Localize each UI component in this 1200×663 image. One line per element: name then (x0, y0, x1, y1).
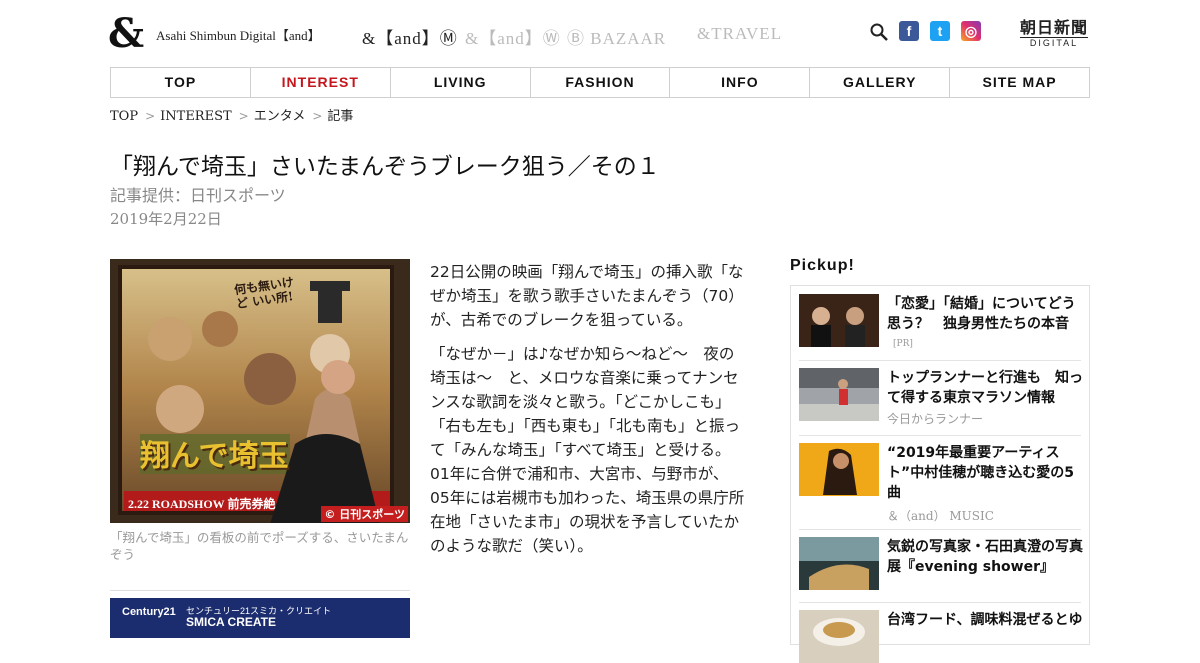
asahi-digital-logo[interactable]: 朝日新聞 DIGITAL (1020, 18, 1089, 49)
ad-logo: Century21 (122, 606, 176, 618)
site-logo[interactable]: & (108, 14, 144, 54)
subbrand-and-w[interactable]: &【and】Ⓦ (465, 24, 561, 49)
photo-caption: 「翔んで埼玉」の看板の前でポーズする、さいたまんぞう (110, 530, 409, 562)
nav-gallery[interactable]: GALLERY (810, 68, 951, 97)
facebook-icon[interactable]: f (899, 21, 919, 41)
breadcrumb-current: 記事 (327, 109, 354, 124)
nav-interest[interactable]: INTEREST (251, 68, 391, 97)
pickup-item[interactable]: 「恋愛」「結婚」についてどう思う？ 独身男性たちの本音 [PR] (799, 294, 1081, 361)
pickup-thumbnail (799, 443, 879, 496)
article-photo[interactable]: 何も無いけど いい所! 翔んで埼玉 2.22 ROADSHOW 前売券絶 © 日… (110, 259, 410, 523)
thumbnail-image (799, 368, 879, 421)
pickup-title[interactable]: 台湾フード、調味料混ぜるとゆ (887, 610, 1083, 630)
article-title: 「翔んで埼玉」さいたまんぞうブレーク狙う／その１ (110, 154, 660, 180)
pickup-title[interactable]: “2019年最重要アーティスト”中村佳穂が聴き込む愛の5曲 (887, 443, 1083, 503)
search-icon[interactable] (869, 22, 889, 42)
chevron-right-icon: > (312, 109, 323, 123)
nav-top[interactable]: TOP (111, 68, 251, 97)
brand-name[interactable]: Asahi Shimbun Digital【and】 (156, 25, 321, 44)
article-paragraph: 「なぜか－」は♪なぜか知ら～ねど～ 夜の埼玉は～ と、メロウな音楽に乗ってナンセ… (430, 345, 745, 555)
twitter-icon[interactable]: t (930, 21, 950, 41)
nav-fashion[interactable]: FASHION (531, 68, 671, 97)
nav-site-map[interactable]: SITE MAP (950, 68, 1089, 97)
pickup-heading: Pickup! (790, 257, 855, 274)
ad-line2: SMICA CREATE (186, 615, 276, 629)
pickup-thumbnail (799, 294, 879, 347)
photo-credit: © 日刊スポーツ (321, 506, 408, 522)
article-body: 22日公開の映画「翔んで埼玉」の挿入歌「なぜか埼玉」を歌う歌手さいたまんぞう（7… (430, 260, 746, 568)
article-paragraph: 22日公開の映画「翔んで埼玉」の挿入歌「なぜか埼玉」を歌う歌手さいたまんぞう（7… (430, 263, 744, 329)
asahi-logo-text: 朝日新聞 (1020, 18, 1089, 37)
advertisement-banner[interactable]: Century21 センチュリー21スミカ・クリエイト SMICA CREATE (110, 598, 410, 638)
pickup-title[interactable]: 「恋愛」「結婚」についてどう思う？ 独身男性たちの本音 (887, 294, 1083, 334)
pickup-title[interactable]: 気鋭の写真家・石田真澄の写真展『evening shower』 (887, 537, 1083, 577)
pickup-item[interactable]: 台湾フード、調味料混ぜるとゆ (799, 610, 1083, 663)
pickup-thumbnail (799, 610, 879, 663)
pickup-title[interactable]: トップランナーと行進も 知って得する東京マラソン情報 (887, 368, 1083, 408)
chevron-right-icon: > (238, 109, 249, 123)
nav-info[interactable]: INFO (670, 68, 811, 97)
subbrand-and-m[interactable]: &【and】Ⓜ (362, 24, 458, 49)
pickup-thumbnail (799, 537, 879, 590)
breadcrumb: TOP > INTEREST > エンタメ > 記事 (110, 105, 353, 124)
article-source: 記事提供：日刊スポーツ (110, 186, 286, 205)
thumbnail-image (799, 537, 879, 590)
instagram-icon[interactable]: ◎ (961, 21, 981, 41)
pickup-sub: [PR] (893, 339, 913, 349)
divider (110, 590, 410, 591)
nav-living[interactable]: LIVING (391, 68, 531, 97)
thumbnail-image (799, 294, 879, 347)
breadcrumb-interest[interactable]: INTEREST (160, 109, 232, 124)
main-nav: TOP INTEREST LIVING FASHION INFO GALLERY… (110, 67, 1090, 98)
pickup-sub: ＆（and） MUSIC (887, 509, 994, 523)
article-date: 2019年2月22日 (110, 210, 222, 228)
asahi-logo-subtext: DIGITAL (1020, 37, 1089, 49)
pickup-item[interactable]: 気鋭の写真家・石田真澄の写真展『evening shower』 (799, 537, 1083, 603)
pickup-sub: 今日からランナー (887, 412, 984, 426)
pickup-item[interactable]: トップランナーと行進も 知って得する東京マラソン情報 今日からランナー (799, 368, 1083, 436)
chevron-right-icon: > (145, 109, 156, 123)
thumbnail-image (799, 610, 879, 663)
pickup-item[interactable]: “2019年最重要アーティスト”中村佳穂が聴き込む愛の5曲 ＆（and） MUS… (799, 443, 1081, 530)
pickup-list: 「恋愛」「結婚」についてどう思う？ 独身男性たちの本音 [PR] トップランナー… (790, 285, 1090, 663)
subbrand-bazaar[interactable]: Ⓑ BAZAAR (567, 24, 666, 49)
pickup-thumbnail (799, 368, 879, 421)
breadcrumb-entame[interactable]: エンタメ (254, 109, 306, 124)
poster-roadshow: 2.22 ROADSHOW 前売券絶 (128, 497, 276, 511)
breadcrumb-top[interactable]: TOP (110, 109, 138, 124)
poster-movie-title: 翔んで埼玉 (140, 439, 289, 474)
thumbnail-image (799, 443, 879, 496)
subbrand-travel[interactable]: &TRAVEL (697, 24, 782, 44)
